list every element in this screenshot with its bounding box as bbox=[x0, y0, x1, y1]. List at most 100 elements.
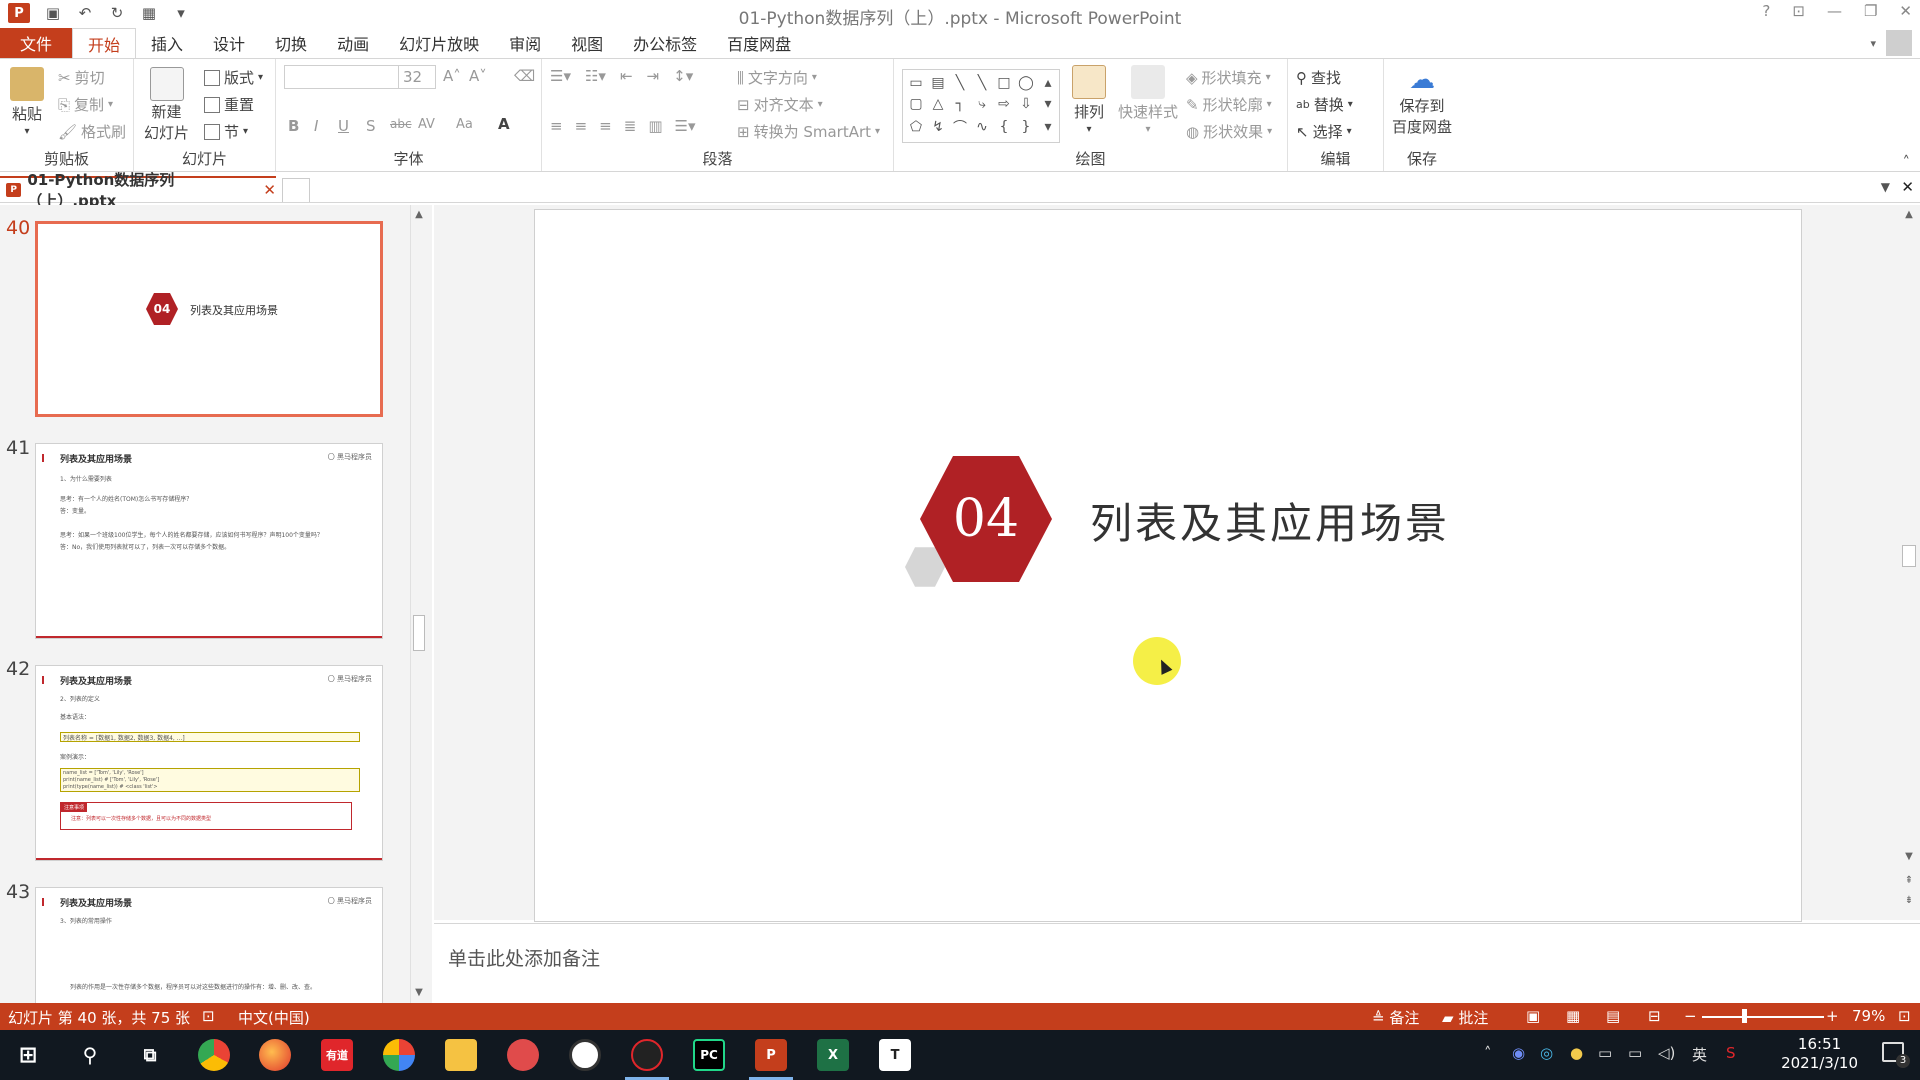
tab-office-tabs[interactable]: 办公标签 bbox=[618, 28, 712, 58]
grow-font-button[interactable]: A˄ bbox=[443, 67, 461, 85]
increase-indent-icon[interactable]: ⇥ bbox=[647, 67, 660, 85]
excel-icon[interactable]: X bbox=[817, 1039, 849, 1071]
shrink-font-button[interactable]: A˅ bbox=[469, 67, 487, 85]
sogou-icon[interactable]: S bbox=[1726, 1044, 1736, 1062]
comments-toggle-button[interactable]: ▰ 批注 bbox=[1442, 1007, 1488, 1028]
line-spacing-icon[interactable]: ↕▾ bbox=[673, 67, 693, 85]
youdao-icon[interactable]: 有道 bbox=[321, 1039, 353, 1071]
replace-button[interactable]: ab 替换 ▾ bbox=[1296, 94, 1353, 115]
shapes-scroll-up-icon[interactable]: ▴ bbox=[1038, 73, 1058, 92]
arrange-button[interactable]: 排列 ▾ bbox=[1072, 65, 1106, 135]
new-tab-button[interactable] bbox=[282, 178, 310, 202]
new-slide-button[interactable]: 新建 幻灯片 bbox=[144, 67, 189, 143]
tab-view[interactable]: 视图 bbox=[556, 28, 618, 58]
change-case-button[interactable]: Aa bbox=[456, 117, 473, 132]
decrease-indent-icon[interactable]: ⇤ bbox=[620, 67, 633, 85]
tab-list-dropdown-icon[interactable]: ▼ bbox=[1881, 180, 1890, 194]
strikethrough-button[interactable]: abc bbox=[390, 117, 412, 131]
shape-vtextbox-icon[interactable]: ▤ bbox=[928, 73, 948, 92]
find-button[interactable]: ⚲ 查找 bbox=[1296, 67, 1341, 88]
user-avatar[interactable] bbox=[1886, 30, 1912, 56]
shape-elbow-icon[interactable]: ┐ bbox=[950, 94, 970, 113]
zoom-out-icon[interactable]: − bbox=[1684, 1007, 1697, 1025]
tab-file[interactable]: 文件 bbox=[0, 28, 72, 58]
network-icon[interactable]: ▭ bbox=[1628, 1044, 1642, 1062]
shape-oval-icon[interactable]: ◯ bbox=[1016, 73, 1036, 92]
scrollbar-thumb[interactable] bbox=[413, 615, 425, 651]
tab-baidu-netdisk[interactable]: 百度网盘 bbox=[712, 28, 806, 58]
shape-line-icon[interactable]: ╲ bbox=[950, 73, 970, 92]
slide-title[interactable]: 列表及其应用场景 bbox=[1090, 490, 1450, 551]
scroll-up-icon[interactable]: ▲ bbox=[1901, 209, 1917, 220]
clock[interactable]: 16:51 2021/3/10 bbox=[1781, 1035, 1858, 1073]
explorer-icon[interactable] bbox=[445, 1039, 477, 1071]
shape-arrow-line-icon[interactable]: ╲ bbox=[972, 73, 992, 92]
minimize-button[interactable]: — bbox=[1827, 2, 1842, 20]
copy-button[interactable]: ⎘ 复制 ▾ bbox=[58, 94, 113, 115]
justify-icon[interactable]: ≣ bbox=[624, 117, 637, 135]
shapes-gallery[interactable]: ▭ ▤ ╲ ╲ □ ◯ ▴ ▢ △ ┐ ⤷ ⇨ ⇩ ▾ ⬠ ↯ ⌒ ∿ { } … bbox=[902, 69, 1060, 143]
tab-home[interactable]: 开始 bbox=[72, 28, 137, 58]
font-name-input[interactable] bbox=[284, 65, 399, 89]
tab-transitions[interactable]: 切换 bbox=[260, 28, 322, 58]
language-indicator[interactable]: 中文(中国) bbox=[238, 1007, 310, 1028]
close-button[interactable]: ✕ bbox=[1899, 2, 1912, 20]
zoom-slider[interactable] bbox=[1702, 1016, 1824, 1018]
bold-button[interactable]: B bbox=[288, 117, 299, 135]
reading-view-icon[interactable]: ▤ bbox=[1606, 1007, 1620, 1025]
tab-insert[interactable]: 插入 bbox=[136, 28, 198, 58]
shape-rounded-rect-icon[interactable]: ▢ bbox=[906, 94, 926, 113]
numbering-icon[interactable]: ☷▾ bbox=[585, 67, 606, 85]
notification-center-icon[interactable]: 3 bbox=[1882, 1042, 1910, 1068]
align-right-icon[interactable]: ≡ bbox=[599, 117, 612, 135]
app-icon-2[interactable] bbox=[569, 1039, 601, 1071]
slide-thumbnail-43[interactable]: 列表及其应用场景 〇 黑马程序员 3、列表的常用操作 列表的作用是一次性存储多个… bbox=[35, 887, 383, 1003]
tray-app-icon-3[interactable]: ● bbox=[1570, 1044, 1583, 1062]
typora-icon[interactable]: T bbox=[879, 1039, 911, 1071]
search-icon[interactable]: ⚲ bbox=[74, 1039, 106, 1071]
ime-indicator[interactable]: 英 bbox=[1692, 1044, 1707, 1065]
tray-app-icon-2[interactable]: ◎ bbox=[1540, 1044, 1553, 1062]
slide-sorter-icon[interactable]: ▦ bbox=[1566, 1007, 1580, 1025]
chrome-icon[interactable] bbox=[198, 1039, 230, 1071]
align-left-icon[interactable]: ≡ bbox=[550, 117, 563, 135]
shape-elbow-arrow-icon[interactable]: ⤷ bbox=[972, 94, 992, 113]
notes-placeholder[interactable]: 单击此处添加备注 bbox=[448, 944, 600, 971]
zoom-in-icon[interactable]: + bbox=[1826, 1007, 1839, 1025]
start-icon[interactable]: ⊞ bbox=[12, 1039, 44, 1071]
ribbon-display-icon[interactable]: ⊡ bbox=[1792, 2, 1805, 20]
shapes-scroll-down-icon[interactable]: ▾ bbox=[1038, 94, 1058, 113]
zoom-level[interactable]: 79% bbox=[1852, 1007, 1885, 1025]
tab-slideshow[interactable]: 幻灯片放映 bbox=[384, 28, 494, 58]
select-button[interactable]: ↖ 选择 ▾ bbox=[1296, 121, 1352, 142]
shape-fill-button[interactable]: ◈ 形状填充 ▾ bbox=[1186, 67, 1271, 88]
cut-button[interactable]: ✂ 剪切 bbox=[58, 67, 105, 88]
tab-review[interactable]: 审阅 bbox=[494, 28, 556, 58]
app-icon[interactable] bbox=[507, 1039, 539, 1071]
pycharm-icon[interactable]: PC bbox=[693, 1039, 725, 1071]
firefox-icon[interactable] bbox=[259, 1039, 291, 1071]
spellcheck-icon[interactable]: ⊡ bbox=[202, 1007, 215, 1025]
italic-button[interactable]: I bbox=[314, 117, 318, 135]
shape-arc-icon[interactable]: ⌒ bbox=[950, 116, 970, 139]
format-painter-button[interactable]: 🖌 格式刷 bbox=[58, 121, 126, 142]
collapse-ribbon-icon[interactable]: ˄ bbox=[1903, 153, 1911, 171]
volume-icon[interactable]: ◁) bbox=[1658, 1044, 1675, 1062]
browser-icon[interactable] bbox=[383, 1039, 415, 1071]
slide-thumbnail-41[interactable]: 列表及其应用场景 〇 黑马程序员 1、为什么需要列表 思考：有一个人的姓名(TO… bbox=[35, 443, 383, 639]
font-color-button[interactable]: A bbox=[498, 115, 510, 133]
font-size-input[interactable]: 32 bbox=[398, 65, 436, 89]
scroll-down-icon[interactable]: ▼ bbox=[411, 987, 427, 998]
scrollbar-thumb[interactable] bbox=[1902, 545, 1916, 567]
scroll-up-icon[interactable]: ▲ bbox=[411, 209, 427, 220]
paste-button[interactable]: 粘贴 ▾ bbox=[10, 67, 44, 137]
tray-app-icon[interactable]: ◉ bbox=[1512, 1044, 1525, 1062]
char-spacing-button[interactable]: AV bbox=[418, 117, 435, 132]
shape-curve-icon[interactable]: ∿ bbox=[972, 116, 992, 139]
close-tab-icon[interactable]: ✕ bbox=[263, 181, 276, 199]
battery-icon[interactable]: ▭ bbox=[1598, 1044, 1612, 1062]
layout-button[interactable]: 版式 ▾ bbox=[204, 67, 263, 88]
slideshow-icon[interactable]: ⊟ bbox=[1648, 1007, 1661, 1025]
slide-thumbnail-40[interactable]: 04 列表及其应用场景 bbox=[35, 221, 383, 417]
underline-button[interactable]: U bbox=[338, 117, 349, 135]
